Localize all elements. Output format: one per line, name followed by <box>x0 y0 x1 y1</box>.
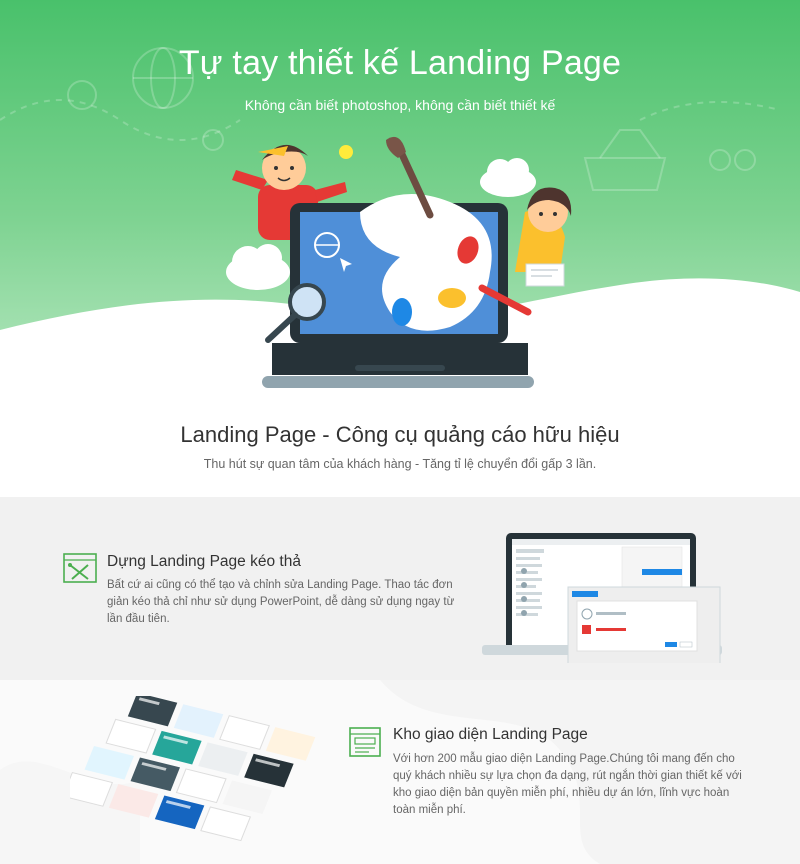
intro-heading: Landing Page - Công cụ quảng cáo hữu hiệ… <box>180 422 620 447</box>
template-gallery-illustration <box>70 696 316 842</box>
feature-templates: Kho giao diện Landing Page Với hơn 200 m… <box>0 680 800 864</box>
feature-description: Bất cứ ai cũng có thể tạo và chỉnh sửa L… <box>107 579 455 625</box>
feature-title: Dựng Landing Page kéo thả <box>107 553 301 570</box>
intro-subheading: Thu hút sự quan tâm của khách hàng - Tăn… <box>203 457 597 471</box>
laptop-editor-screenshot <box>482 533 722 663</box>
feature-description: Với hơn 200 mẫu giao diện Landing Page.C… <box>393 753 742 816</box>
template-layout-icon <box>349 727 381 757</box>
character-girl <box>515 187 572 287</box>
hero-section: Tự tay thiết kế Landing Page Không cần b… <box>0 0 800 400</box>
hero-illustration <box>226 136 572 388</box>
feature-title: Kho giao diện Landing Page <box>393 726 588 743</box>
feature-drag-drop: Dựng Landing Page kéo thả Bất cứ ai cũng… <box>0 497 800 680</box>
drag-drop-tools-icon <box>63 553 97 583</box>
